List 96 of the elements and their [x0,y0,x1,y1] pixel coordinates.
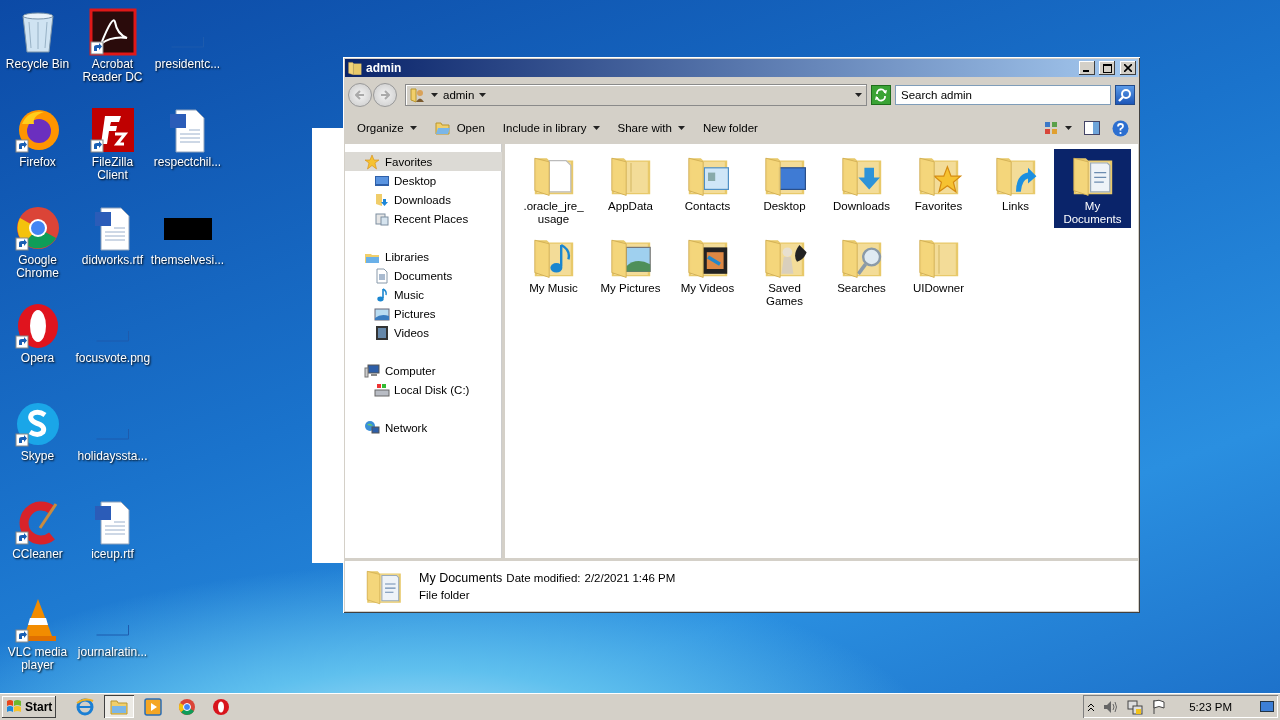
launch-item[interactable]: VLC media player [0,588,75,686]
user-folder-icon [410,87,426,103]
launch-item[interactable]: respectchil... [150,98,225,196]
date-modified: 2/2/2021 1:46 PM [584,572,676,584]
documents-icon [374,267,390,284]
network-icon [364,419,380,436]
search-field[interactable]: Search admin [895,85,1111,105]
arrow-left-icon [355,90,365,100]
folder-item[interactable]: My Pictures [592,231,669,310]
taskbar-button[interactable] [104,695,135,718]
browser-icon [211,696,232,717]
show-desktop-icon[interactable] [1260,700,1274,713]
launch-item[interactable]: Firefox [0,98,75,196]
launch-item[interactable]: Opera [0,294,75,392]
star-icon [364,153,380,170]
folder-item[interactable]: Favorites [900,149,977,228]
folder-item[interactable]: My Videos [669,231,746,310]
network-icon[interactable] [1127,698,1144,715]
nav-item[interactable]: Favorites [345,152,502,171]
toolbar-button[interactable]: Organize [349,116,425,140]
address-bar[interactable]: admin [405,84,867,106]
maximize-button[interactable] [1099,61,1115,75]
nav-item[interactable]: Network [345,418,502,437]
launch-item[interactable]: Google Chrome [0,196,75,294]
nav-item[interactable]: Recent Places [345,209,502,228]
arrow-right-icon [380,90,390,100]
launch-item[interactable]: FileZilla Client [75,98,150,196]
caret-icon [409,126,417,130]
folder-item[interactable]: Searches [823,231,900,310]
folder-item[interactable]: Contacts [669,149,746,228]
folder-icon [347,60,363,76]
play-icon [143,696,164,717]
nav-item[interactable]: Documents [345,266,502,285]
launch-item[interactable]: holidayssta... [75,392,150,490]
windows-logo-icon [6,698,22,715]
folder-item[interactable]: .oracle_jre_usage [515,149,592,228]
computer-icon [364,362,380,379]
toolbar-button[interactable]: Include in library [494,116,608,140]
start-button[interactable]: Start [2,695,57,718]
refresh-button[interactable] [871,85,891,105]
launch-item[interactable]: iceup.rtf [75,490,150,588]
window-title: admin [366,61,403,75]
launch-item[interactable]: themselvesi... [150,196,225,294]
address-path[interactable]: admin [443,89,475,101]
search-button[interactable] [1115,85,1135,105]
folder-item[interactable]: My Documents [1054,149,1131,228]
clock-time[interactable]: 5:23 PM [1189,700,1232,713]
nav-item[interactable]: Pictures [345,304,502,323]
caret-icon [592,126,600,130]
nav-item[interactable]: Music [345,285,502,304]
music-icon [374,286,390,303]
nav-item[interactable]: Downloads [345,190,502,209]
folder-item[interactable]: Downloads [823,149,900,228]
chevron-up-icon[interactable] [1087,701,1096,712]
item-name: My Documents [419,571,503,585]
launch-item[interactable]: Recycle Bin [0,0,75,98]
close-icon [1124,64,1132,72]
nav-item[interactable]: Computer [345,361,502,380]
launch-item[interactable]: Acrobat Reader DC [75,0,150,98]
recent-icon [374,210,390,227]
nav-item[interactable]: Desktop [345,171,502,190]
caret-icon [855,93,862,97]
item-type: File folder [419,589,471,601]
folder-open-icon [434,120,451,136]
caret-icon [479,93,487,97]
launch-item[interactable]: presidentc... [150,0,225,98]
toolbar-button[interactable]: New folder [694,116,766,140]
flag-icon[interactable] [1151,698,1168,715]
toolbar-button[interactable]: Share with [609,116,693,140]
videos-icon [374,324,390,341]
folder-item[interactable]: Desktop [746,149,823,228]
minimize-button[interactable] [1079,61,1095,75]
folder-item[interactable]: UIDowner [900,231,977,310]
pictures-icon [374,305,390,322]
folder-item[interactable]: My Music [515,231,592,310]
caret-icon [677,126,685,130]
maximize-icon [1102,63,1112,73]
launch-item[interactable]: didworks.rtf [75,196,150,294]
close-button[interactable] [1120,61,1136,75]
folder-item[interactable]: Saved Games [746,231,823,310]
folder-item[interactable]: AppData [592,149,669,228]
launch-item[interactable]: CCleaner [0,490,75,588]
browser-icon [177,696,198,717]
nav-item[interactable]: Videos [345,323,502,342]
nav-item[interactable]: Local Disk (C:) [345,380,502,399]
browser-icon [75,696,96,717]
launch-item[interactable]: focusvote.png [75,294,150,392]
speaker-icon[interactable] [1103,699,1120,714]
field-label: Date modified: [506,572,581,584]
nav-item[interactable]: Libraries [345,247,502,266]
toolbar-button[interactable]: Open [426,116,493,140]
folder-item[interactable]: Links [977,149,1054,228]
caret-icon [431,93,438,97]
downloads-icon [374,191,390,208]
disk-icon [374,381,390,398]
launch-item[interactable]: Skype [0,392,75,490]
